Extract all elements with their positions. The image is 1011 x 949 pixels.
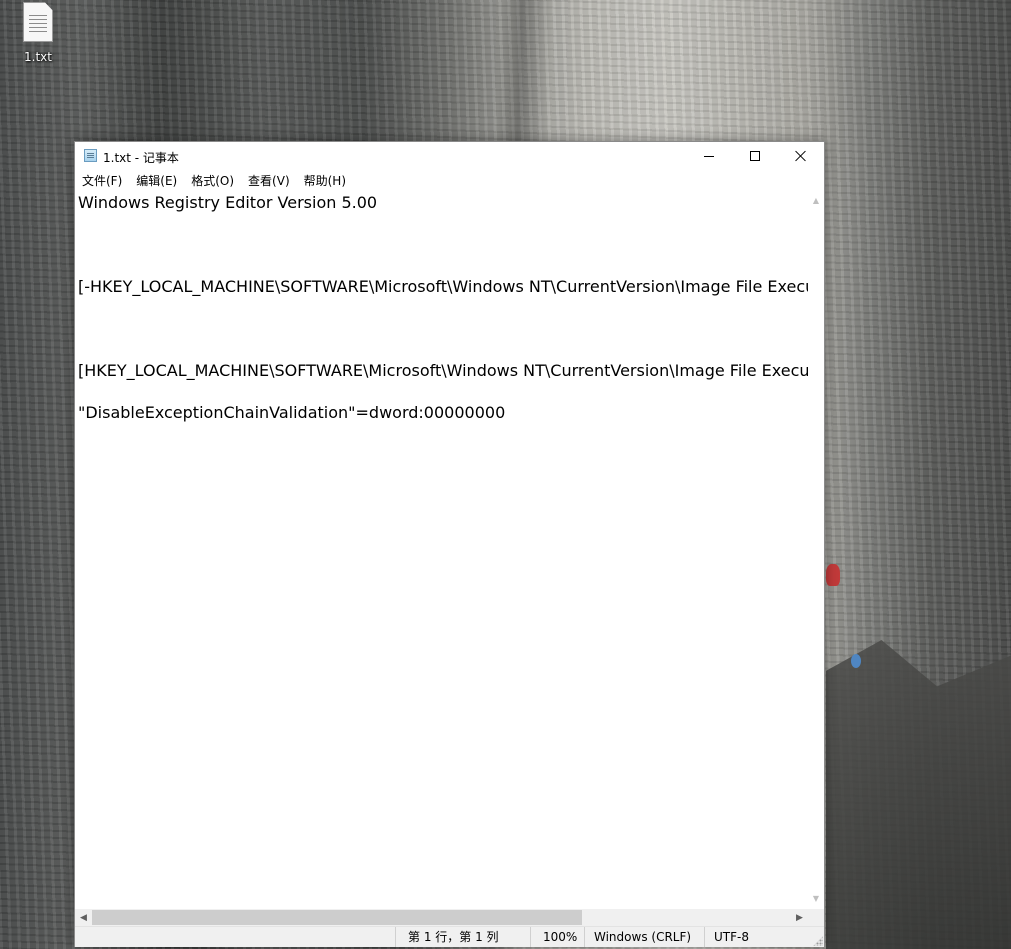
scrollbar-corner <box>808 909 824 926</box>
close-button[interactable] <box>778 142 824 170</box>
title-bar[interactable]: 1.txt - 记事本 <box>75 142 824 170</box>
menu-view[interactable]: 查看(V) <box>244 172 294 189</box>
scroll-right-icon[interactable]: ▶ <box>791 909 808 926</box>
desktop-icon-label: 1.txt <box>24 50 52 64</box>
menu-edit[interactable]: 编辑(E) <box>132 172 181 189</box>
wallpaper-climber-red <box>826 564 840 586</box>
notepad-app-icon[interactable] <box>84 149 97 162</box>
menu-format[interactable]: 格式(O) <box>187 172 238 189</box>
menu-help[interactable]: 帮助(H) <box>300 172 350 189</box>
menu-file[interactable]: 文件(F) <box>78 172 126 189</box>
wallpaper-rock-shadow <box>826 640 1011 949</box>
minimize-button[interactable] <box>686 142 732 170</box>
vertical-scrollbar[interactable]: ▲ ▼ <box>808 190 824 909</box>
horizontal-scrollbar[interactable]: ◀ ▶ <box>75 909 808 926</box>
status-cursor-position: 第 1 行，第 1 列 <box>395 927 530 947</box>
desktop-file-icon[interactable]: 1.txt <box>14 2 62 68</box>
notepad-window: 1.txt - 记事本 文件(F) 编辑(E) 格式(O) 查看(V) 帮助(H… <box>74 141 825 947</box>
scroll-up-icon[interactable]: ▲ <box>808 192 824 209</box>
scroll-down-icon[interactable]: ▼ <box>808 890 824 907</box>
text-editor-area[interactable]: Windows Registry Editor Version 5.00 [-H… <box>75 190 808 909</box>
maximize-icon <box>750 151 760 161</box>
horizontal-scroll-thumb[interactable] <box>92 910 582 925</box>
status-encoding: UTF-8 <box>704 927 824 947</box>
close-icon <box>795 150 807 162</box>
editor-line-11: "DisableExceptionChainValidation"=dword:… <box>78 403 506 422</box>
window-title: 1.txt - 记事本 <box>103 151 179 165</box>
editor-line-5: [-HKEY_LOCAL_MACHINE\SOFTWARE\Microsoft\… <box>78 277 808 296</box>
editor-line-1: Windows Registry Editor Version 5.00 <box>78 193 378 212</box>
wallpaper-climber-blue <box>851 654 861 668</box>
status-zoom-level: 100% <box>530 927 584 947</box>
status-line-ending: Windows (CRLF) <box>584 927 704 947</box>
maximize-button[interactable] <box>732 142 778 170</box>
editor-line-9: [HKEY_LOCAL_MACHINE\SOFTWARE\Microsoft\W… <box>78 361 808 380</box>
scroll-left-icon[interactable]: ◀ <box>75 909 92 926</box>
minimize-icon <box>704 155 714 157</box>
menu-bar: 文件(F) 编辑(E) 格式(O) 查看(V) 帮助(H) <box>75 170 824 191</box>
text-file-icon <box>23 2 53 42</box>
status-bar: 第 1 行，第 1 列 100% Windows (CRLF) UTF-8 <box>75 926 824 947</box>
